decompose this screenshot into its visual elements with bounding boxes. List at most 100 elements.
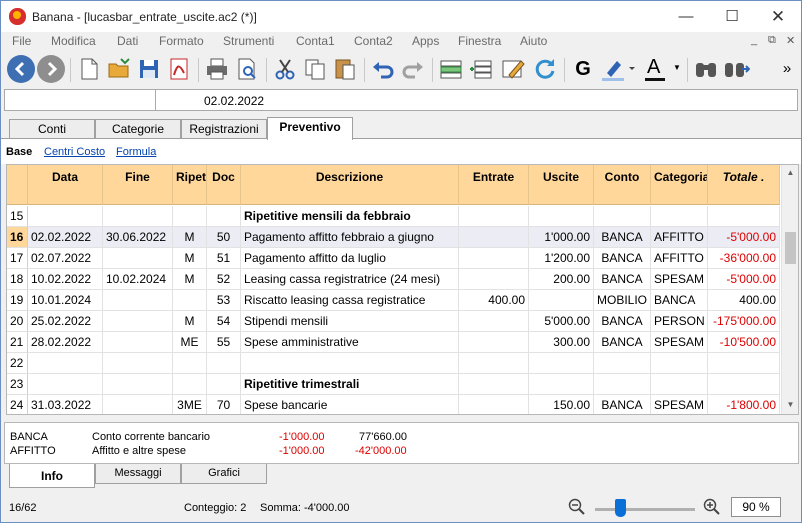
cell-editor[interactable]: 02.02.2022 — [4, 89, 798, 111]
tab-preventivo[interactable]: Preventivo — [267, 117, 353, 140]
menu-formato[interactable]: Formato — [159, 34, 204, 48]
cell-fine[interactable] — [103, 374, 173, 395]
zoom-slider-track[interactable] — [595, 508, 695, 511]
menu-strumenti[interactable]: Strumenti — [223, 34, 274, 48]
cell-conto[interactable]: BANCA — [594, 227, 651, 248]
menu-finestra[interactable]: Finestra — [458, 34, 501, 48]
cell-fine[interactable]: 30.06.2022 — [103, 227, 173, 248]
cell-ripeti[interactable]: M — [173, 269, 207, 290]
cell-descrizione[interactable]: Pagamento affitto da luglio — [241, 248, 459, 269]
cell-doc[interactable]: 53 — [207, 290, 241, 311]
cell-categoria[interactable]: AFFITTO — [651, 248, 708, 269]
cell-uscite[interactable]: 150.00 — [529, 395, 594, 414]
cell-categoria[interactable]: BANCA — [651, 290, 708, 311]
forward-icon[interactable] — [37, 55, 65, 83]
cell-conto[interactable] — [594, 353, 651, 374]
scrollbar-thumb[interactable] — [785, 232, 796, 264]
table-row[interactable]: 17 02.07.2022 M 51 Pagamento affitto da lugl… — [7, 248, 780, 269]
save-icon[interactable] — [135, 55, 163, 83]
cell-fine[interactable]: 10.02.2024 — [103, 269, 173, 290]
copy-icon[interactable] — [301, 55, 329, 83]
row-number[interactable]: 15 — [7, 206, 28, 227]
cell-data[interactable]: 28.02.2022 — [28, 332, 103, 353]
more-tools-icon[interactable]: » — [773, 55, 801, 83]
cell-uscite[interactable]: 1'000.00 — [529, 227, 594, 248]
cell-totale[interactable] — [708, 374, 780, 395]
cell-fine[interactable] — [103, 311, 173, 332]
scroll-down-icon[interactable]: ▼ — [782, 397, 798, 413]
column-header-fine[interactable]: Fine — [103, 165, 173, 205]
cell-descrizione[interactable]: Ripetitive mensili da febbraio — [241, 206, 459, 227]
cell-fine[interactable] — [103, 395, 173, 414]
menu-modifica[interactable]: Modifica — [51, 34, 96, 48]
cell-ripeti[interactable]: M — [173, 227, 207, 248]
cell-data[interactable]: 02.07.2022 — [28, 248, 103, 269]
cell-descrizione[interactable]: Riscatto leasing cassa registratice — [241, 290, 459, 311]
cell-doc[interactable] — [207, 206, 241, 227]
cell-entrate[interactable] — [459, 311, 529, 332]
row-number[interactable]: 17 — [7, 248, 28, 269]
cell-conto[interactable]: BANCA — [594, 269, 651, 290]
cell-entrate[interactable] — [459, 395, 529, 414]
view-formula[interactable]: Formula — [116, 146, 156, 158]
back-icon[interactable] — [7, 55, 35, 83]
cell-doc[interactable] — [207, 374, 241, 395]
column-header-descrizione[interactable]: Descrizione — [241, 165, 459, 205]
cell-fine[interactable] — [103, 248, 173, 269]
cell-ripeti[interactable] — [173, 290, 207, 311]
cell-categoria[interactable] — [651, 206, 708, 227]
cell-descrizione[interactable]: Spese amministrative — [241, 332, 459, 353]
column-header-uscite[interactable]: Uscite — [529, 165, 594, 205]
find-next-icon[interactable] — [722, 55, 751, 83]
row-number[interactable]: 24 — [7, 395, 28, 414]
cell-data[interactable]: 31.03.2022 — [28, 395, 103, 414]
cell-data[interactable] — [28, 353, 103, 374]
cell-totale[interactable] — [708, 353, 780, 374]
cell-fine[interactable] — [103, 290, 173, 311]
zoom-out-icon[interactable] — [568, 498, 586, 516]
cell-ripeti[interactable] — [173, 374, 207, 395]
row-number[interactable]: 16 — [7, 227, 28, 248]
cell-doc[interactable]: 50 — [207, 227, 241, 248]
cell-doc[interactable]: 54 — [207, 311, 241, 332]
view-centri-costo[interactable]: Centri Costo — [44, 146, 105, 158]
column-header-data[interactable]: Data — [28, 165, 103, 205]
menu-conta2[interactable]: Conta2 — [354, 34, 393, 48]
cell-doc[interactable]: 51 — [207, 248, 241, 269]
cell-entrate[interactable] — [459, 332, 529, 353]
menu-conta1[interactable]: Conta1 — [296, 34, 335, 48]
cell-doc[interactable]: 55 — [207, 332, 241, 353]
cell-data[interactable] — [28, 374, 103, 395]
cell-totale[interactable]: -175'000.00 — [708, 311, 780, 332]
cell-data[interactable]: 02.02.2022 — [28, 227, 103, 248]
column-header-entrate[interactable]: Entrate — [459, 165, 529, 205]
cell-conto[interactable]: BANCA — [594, 395, 651, 414]
cell-entrate[interactable] — [459, 374, 529, 395]
cell-categoria[interactable]: AFFITTO — [651, 227, 708, 248]
undo-icon[interactable] — [369, 55, 397, 83]
menu-apps[interactable]: Apps — [412, 34, 439, 48]
row-number[interactable]: 23 — [7, 374, 28, 395]
cell-categoria[interactable]: SPESAM — [651, 269, 708, 290]
cell-ripeti[interactable]: M — [173, 248, 207, 269]
cell-totale[interactable]: -10'500.00 — [708, 332, 780, 353]
cell-conto[interactable]: MOBILIO — [594, 290, 651, 311]
close-button[interactable]: ✕ — [755, 1, 801, 32]
table-row[interactable]: 22 — [7, 353, 780, 374]
cell-uscite[interactable] — [529, 206, 594, 227]
cell-ripeti[interactable] — [173, 353, 207, 374]
zoom-in-icon[interactable] — [703, 498, 721, 516]
table-row[interactable]: 19 10.01.2024 53 Riscatto leasing cassa reg… — [7, 290, 780, 311]
row-number[interactable]: 18 — [7, 269, 28, 290]
table-row[interactable]: 18 10.02.2022 10.02.2024 M 52 Leasing cassa r… — [7, 269, 780, 290]
column-header-doc[interactable]: Doc — [207, 165, 241, 205]
pdf-icon[interactable] — [165, 55, 193, 83]
tab-info[interactable]: Info — [9, 464, 95, 488]
table-row[interactable]: 15 Ripetitive mensili da febbraio — [7, 206, 780, 227]
cell-categoria[interactable] — [651, 374, 708, 395]
highlight-icon[interactable] — [599, 55, 639, 83]
tab-categorie[interactable]: Categorie — [95, 119, 181, 139]
cell-totale[interactable]: -5'000.00 — [708, 227, 780, 248]
cell-descrizione[interactable]: Pagamento affitto febbraio a giugno — [241, 227, 459, 248]
cell-entrate[interactable] — [459, 206, 529, 227]
